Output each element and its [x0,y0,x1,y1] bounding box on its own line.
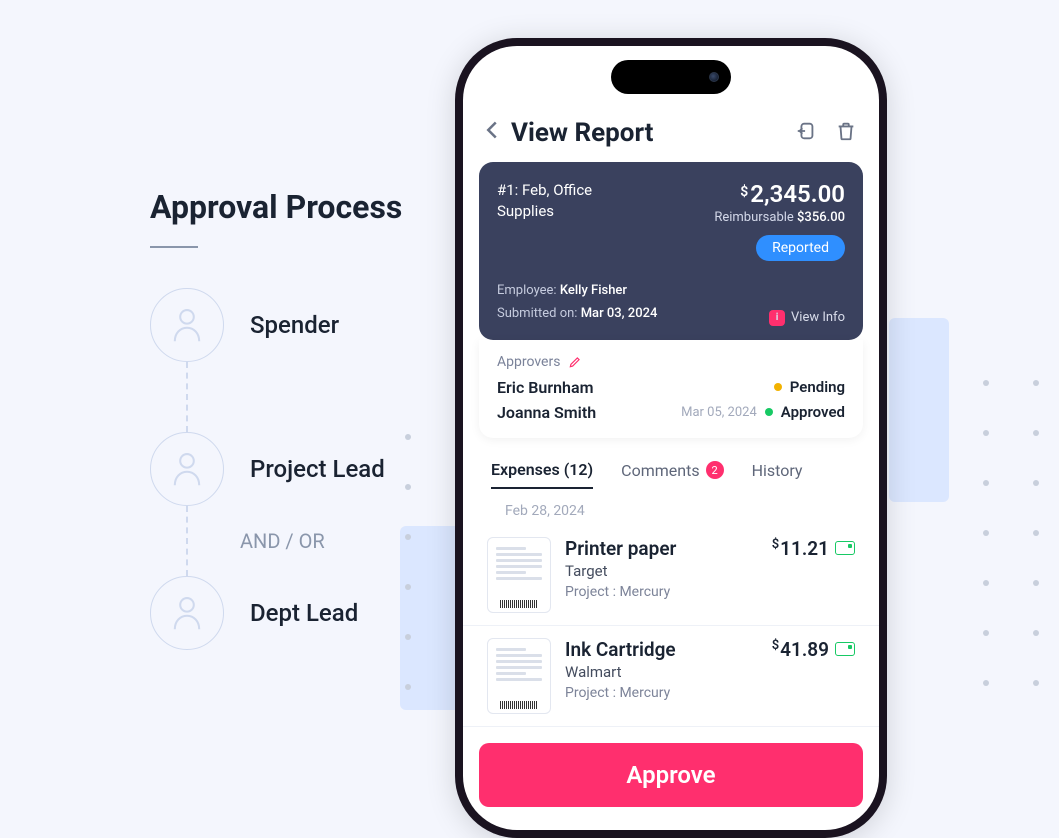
approvers-card: Approvers Eric Burnham Pending Joanna Sm… [479,340,863,438]
submitted-row: Submitted on: Mar 03, 2024 [497,302,657,325]
employee-row: Employee: Kelly Fisher [497,279,657,302]
comments-badge: 2 [706,461,724,479]
approval-step-dept-lead: Dept Lead [150,576,402,650]
tab-expenses[interactable]: Expenses (12) [491,460,593,489]
camera-icon [709,72,719,82]
approval-step-label: Project Lead [250,455,385,483]
decorative-block [889,318,949,502]
approver-row: Joanna Smith Mar 05, 2024 Approved [497,403,845,422]
expense-amount: $41.89 [772,638,855,661]
user-icon [150,288,224,362]
approval-step-spender: Spender [150,288,402,362]
decorative-dots [405,434,411,690]
expense-project: Project : Mercury [565,584,758,600]
tab-comments[interactable]: Comments 2 [621,460,723,489]
report-amount: $2,345.00 [714,180,845,208]
report-summary-card: #1: Feb, Office Supplies $2,345.00 Reimb… [479,162,863,340]
user-icon [150,576,224,650]
expense-item[interactable]: Ink Cartridge Walmart Project : Mercury … [463,626,879,727]
tab-history[interactable]: History [752,460,803,489]
card-icon [835,642,855,656]
app-header: View Report [463,108,879,162]
approver-row: Eric Burnham Pending [497,378,845,397]
back-icon[interactable] [485,120,499,146]
view-info-button[interactable]: i View Info [769,310,845,326]
approve-button[interactable]: Approve [479,743,863,807]
title-underline [150,246,198,248]
decorative-dots [983,380,1039,686]
expense-vendor: Target [565,562,758,580]
approval-step-label: Spender [250,311,339,339]
status-badge: Reported [756,235,845,261]
receipt-thumbnail [487,638,551,714]
trash-icon[interactable] [835,120,857,146]
and-or-label: AND / OR [240,529,325,553]
approval-connector: AND / OR [150,506,224,576]
card-icon [835,541,855,555]
submit-icon[interactable] [795,120,817,146]
approval-step-project-lead: Project Lead [150,432,402,506]
status-dot-pending [774,383,782,391]
expense-title: Ink Cartridge [565,638,758,661]
approval-connector [150,362,224,432]
tab-bar: Expenses (12) Comments 2 History [463,438,879,489]
user-icon [150,432,224,506]
expense-title: Printer paper [565,537,758,560]
status-dot-approved [765,408,773,416]
edit-icon[interactable] [568,355,582,369]
approval-process-panel: Approval Process Spender Project Lead [150,188,402,650]
expense-date-header: Feb 28, 2024 [463,489,879,525]
reimbursable-amount: Reimbursable $356.00 [714,210,845,225]
expense-item[interactable]: Printer paper Target Project : Mercury $… [463,525,879,626]
expense-project: Project : Mercury [565,685,758,701]
expense-amount: $11.21 [772,537,855,560]
page-title: View Report [511,118,783,148]
phone-frame: View Report #1: Feb, Office Supplies [455,38,887,838]
info-icon: i [769,310,785,326]
approvers-label: Approvers [497,354,560,370]
approval-step-label: Dept Lead [250,599,358,627]
report-title: #1: Feb, Office Supplies [497,180,637,261]
phone-notch [611,60,731,94]
approval-process-title: Approval Process [150,188,402,226]
expense-vendor: Walmart [565,663,758,681]
receipt-thumbnail [487,537,551,613]
